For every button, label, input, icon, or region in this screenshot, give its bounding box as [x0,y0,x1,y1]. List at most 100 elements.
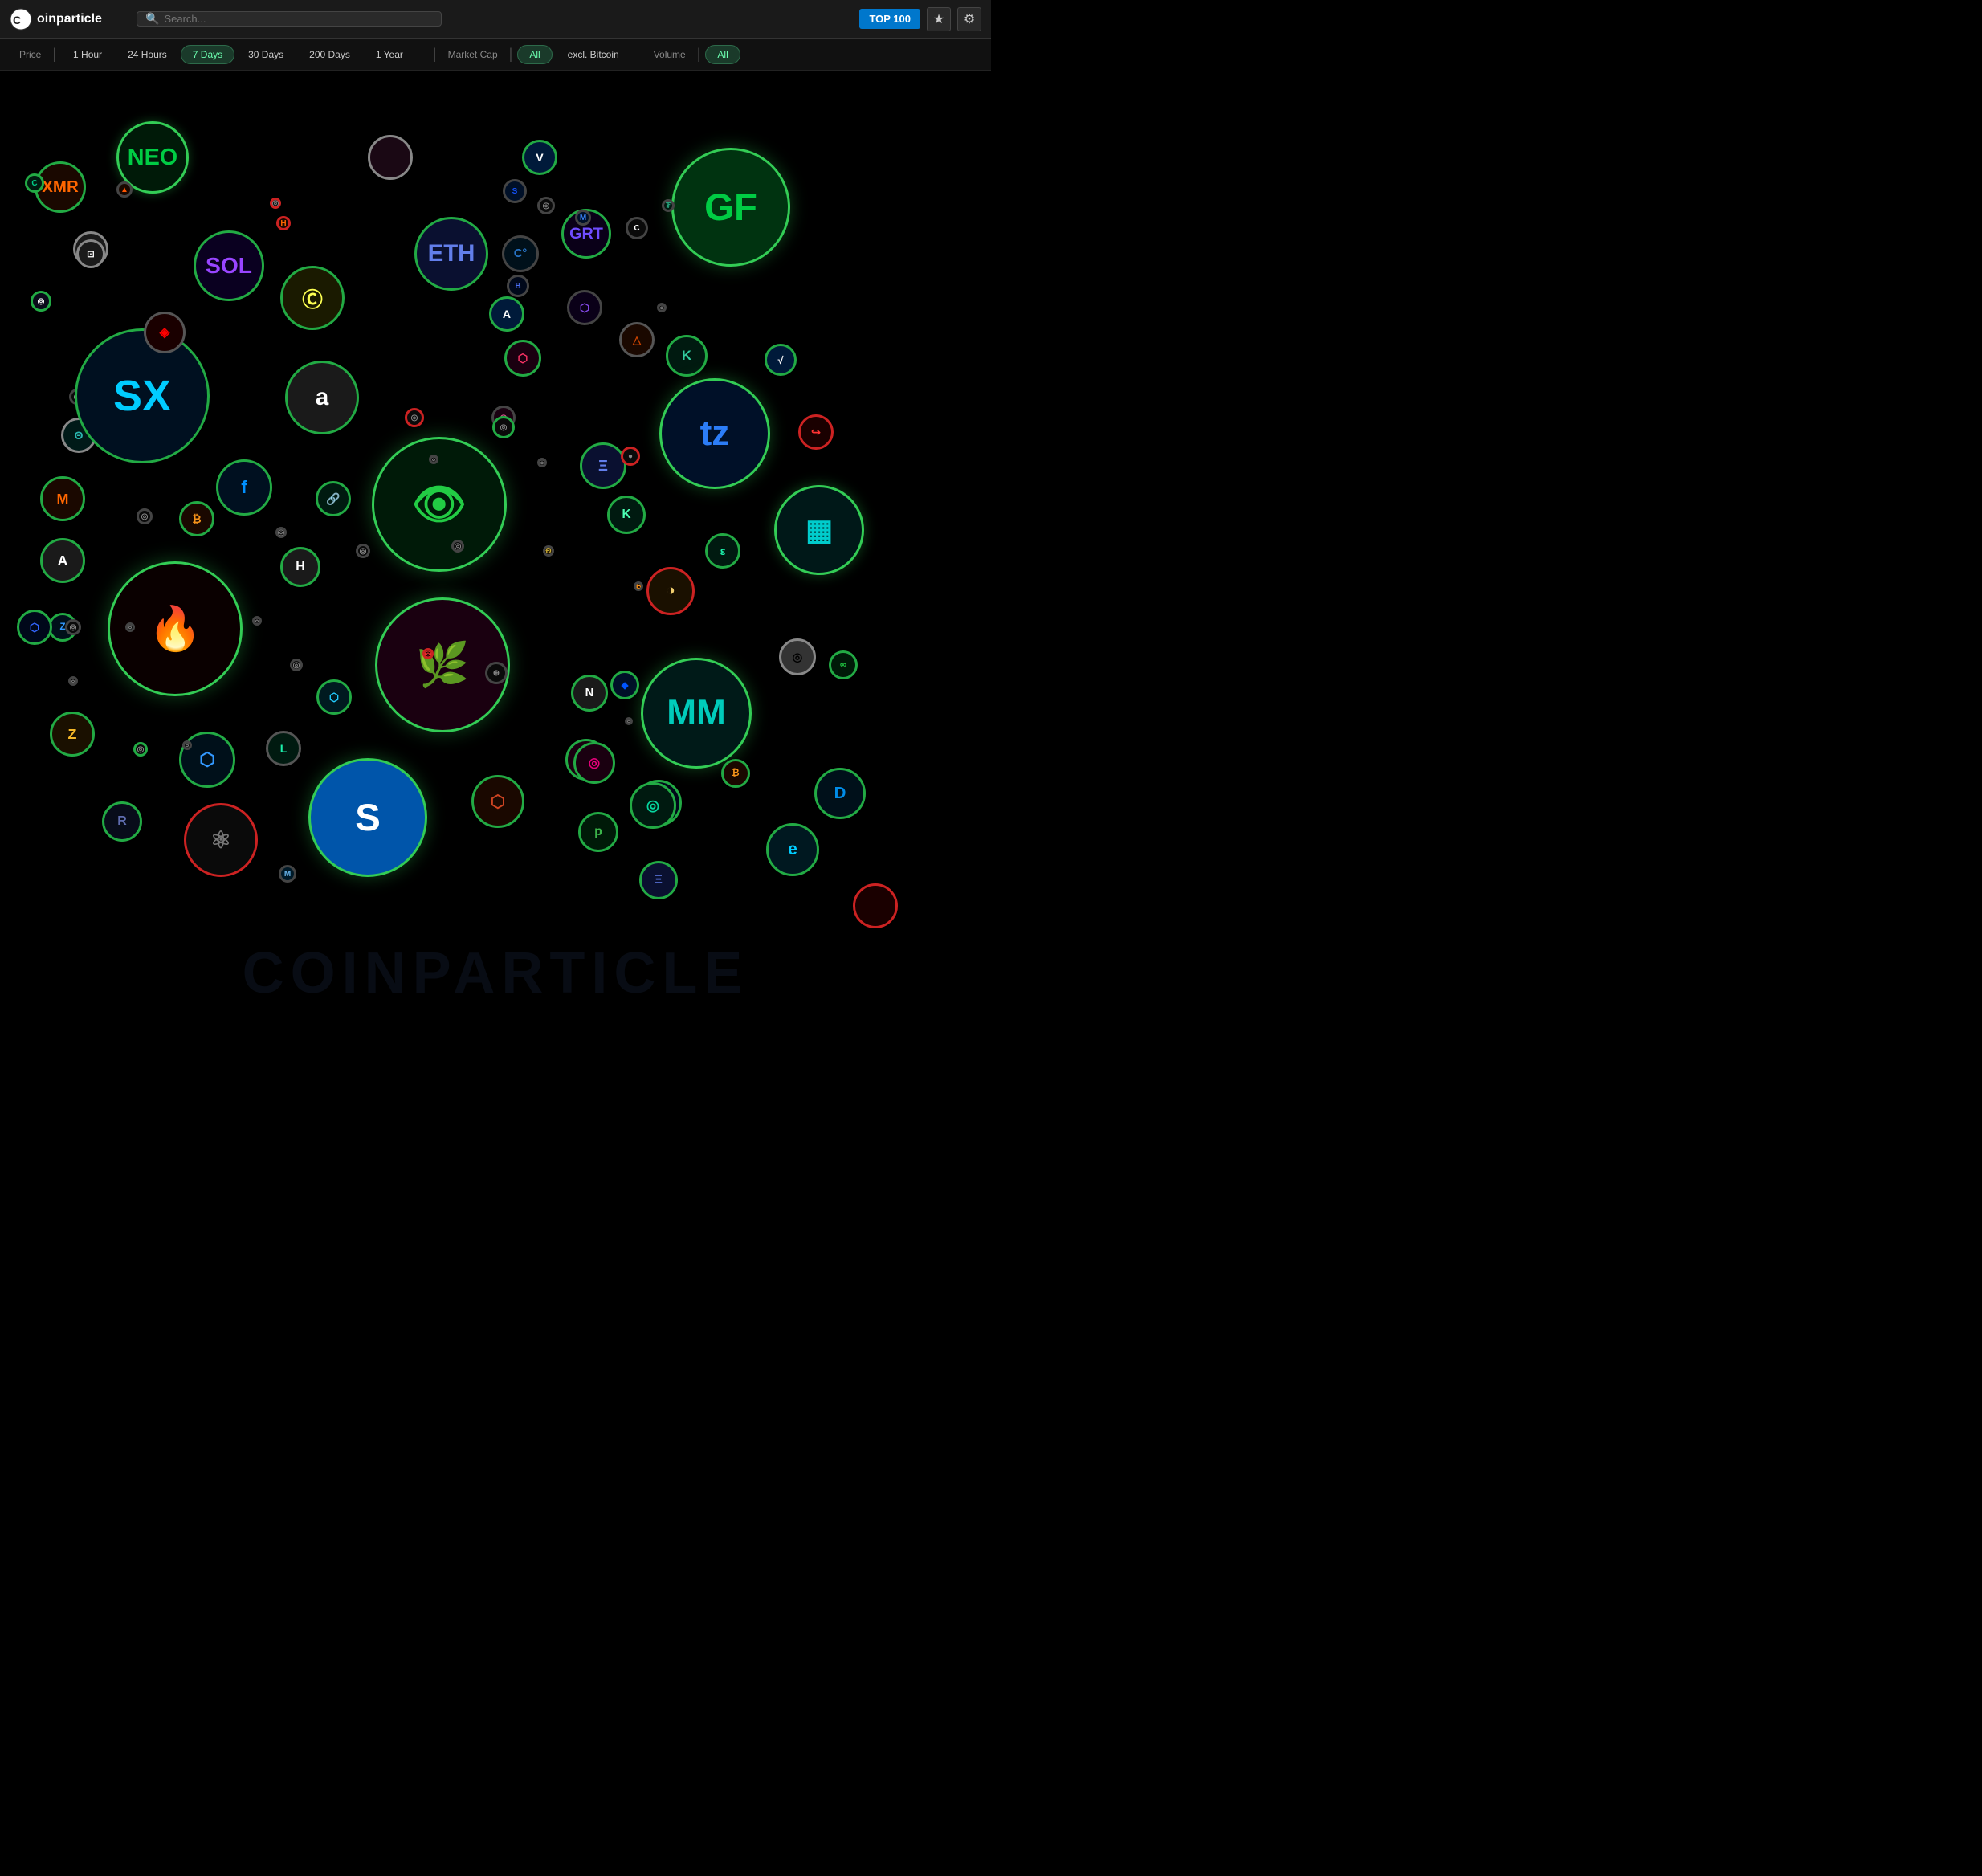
bubble-sx[interactable]: SX [75,328,210,463]
bubble-small4[interactable]: ◎ [422,648,434,659]
bubble-enigma[interactable]: ε [705,533,740,569]
bubble-ren[interactable]: R [102,801,142,842]
bubble-mnx[interactable]: M [40,476,85,521]
bubble-eth4[interactable]: Ξ [639,861,678,899]
nav-200days[interactable]: 200 Days [297,45,362,64]
bubble-send[interactable] [368,135,413,180]
bubble-aragon[interactable]: a [285,361,359,434]
bubble-suku[interactable]: S [308,758,427,877]
bubble-ardr[interactable]: △ [619,322,655,357]
bubble-small7[interactable]: ◎ [429,455,438,464]
bubble-ocean[interactable]: ⬡ [504,340,541,377]
bubble-keep[interactable]: K [607,496,646,534]
bubble-gf[interactable]: GF [671,148,790,267]
bubble-band[interactable]: B [507,275,529,297]
bubble-safemoon[interactable]: ◎ [356,544,370,558]
bubble-small9[interactable]: ◎ [182,740,192,750]
nav-all[interactable]: All [517,45,552,64]
bubble-btc2[interactable]: ₿ [179,501,214,536]
bubble-matic[interactable]: ⬡ [567,290,602,325]
bubble-eth3[interactable]: Ξ [580,442,626,489]
bubble-rune[interactable]: ◎ [133,742,148,757]
search-bar[interactable]: 🔍 [137,11,442,27]
bubble-nrv[interactable]: ◎ [451,540,464,553]
bubble-hive[interactable]: H [280,547,320,587]
bubble-comp[interactable]: C [25,173,44,193]
bubble-veri[interactable]: √ [765,344,797,376]
bubble-coti[interactable]: C [626,217,648,239]
bubble-bnt[interactable]: ◎ [779,638,816,675]
settings-button[interactable]: ⚙ [957,7,981,31]
bubble-eth2[interactable]: ETH [414,217,488,291]
nav-excl-btc[interactable]: excl. Bitcoin [556,45,631,64]
bubble-steem[interactable]: ◎ [630,782,676,829]
bubble-usdt[interactable]: ₮ [662,199,675,212]
bubble-elrond[interactable]: e [766,823,819,876]
nav-7days[interactable]: 7 Days [181,45,234,64]
bubble-small8[interactable]: ◎ [657,303,667,312]
bubble-uma[interactable]: ◎ [290,659,303,671]
bubble-origin[interactable]: ⬡ [471,775,524,828]
bubble-near[interactable]: N [571,675,608,712]
bubble-polkadot[interactable]: ● [621,447,640,466]
bubble-er20[interactable]: ↪ [798,414,834,450]
bubble-tezos[interactable]: tz [659,378,770,489]
bubble-small2[interactable]: ◎ [125,622,135,632]
bubble-storj[interactable]: S [503,179,527,203]
bubble-rndr[interactable]: ⬡ [17,610,52,645]
top100-button[interactable]: TOP 100 [859,9,920,29]
bubble-frax[interactable]: ▦ [774,485,864,575]
bubble-okb[interactable]: ◎ [270,198,281,209]
bubble-small1[interactable]: ◎ [275,527,287,538]
bubble-wbtc[interactable]: ₿ [634,581,643,591]
bubble-small6[interactable]: ◎ [625,717,633,725]
bubble-bat[interactable]: ▲ [116,181,133,198]
bubble-zcash[interactable]: Z [50,712,95,757]
bubble-look[interactable]: 👁 [372,437,507,572]
bubble-chr[interactable]: ◎ [492,416,515,438]
bubble-lrc[interactable]: L [266,731,301,766]
favorites-button[interactable]: ★ [927,7,951,31]
bubble-xem[interactable]: M [279,865,296,883]
bubble-fil[interactable]: f [216,459,272,516]
bubble-knc[interactable]: K [666,335,708,377]
bubble-nim[interactable]: ◎ [31,291,51,312]
bubble-doge2[interactable]: Ð [543,545,554,557]
bubble-dash[interactable]: D [814,768,866,819]
bubble-small3[interactable]: ◎ [68,676,78,686]
bubble-snx[interactable]: ◎ [405,408,424,427]
bubble-vet[interactable]: V [522,140,557,175]
bubble-mana[interactable]: MM [641,658,752,769]
bubble-small10[interactable]: ◎ [537,458,547,467]
search-input[interactable] [164,13,433,25]
nav-vol-all[interactable]: All [705,45,740,64]
bubble-sc[interactable]: ◎ [537,197,555,214]
nav-30days[interactable]: 30 Days [236,45,296,64]
bubble-trd[interactable]: ◈ [144,312,186,353]
bubble-luna[interactable]: ◑ [646,567,695,615]
bubble-sol[interactable]: SOL [194,230,264,301]
bubble-usdcoin[interactable]: C° [502,235,539,272]
nav-1year[interactable]: 1 Year [364,45,415,64]
bubble-atm[interactable]: ⚛ [184,803,258,877]
bubble-ocean2[interactable]: 🔗 [316,481,351,516]
bubble-btcg[interactable]: ₿ [721,759,750,788]
bubble-lpt[interactable]: ◎ [65,619,81,635]
bubble-ppc[interactable]: p [578,812,618,852]
bubble-small5[interactable]: ◎ [252,616,262,626]
bubble-dot[interactable]: ◎ [573,742,615,784]
bubble-hex[interactable]: H [276,216,291,230]
bubble-algo[interactable]: A [489,296,524,332]
bubble-inf[interactable]: ∞ [829,650,858,679]
bubble-atom[interactable]: ⊕ [485,662,508,684]
bubble-nxm[interactable]: ⊡ [76,239,105,268]
nav-1hour[interactable]: 1 Hour [61,45,114,64]
logo[interactable]: C oinparticle [10,8,130,31]
bubble-blue[interactable]: ◆ [610,671,639,699]
bubble-mask[interactable]: M [575,210,591,226]
bubble-miota[interactable]: ⬡ [316,679,352,715]
bubble-celo[interactable]: Ⓒ [280,266,345,330]
nav-24hours[interactable]: 24 Hours [116,45,179,64]
bubble-iota2[interactable]: ◎ [137,508,153,524]
bubble-red1[interactable] [853,883,898,928]
